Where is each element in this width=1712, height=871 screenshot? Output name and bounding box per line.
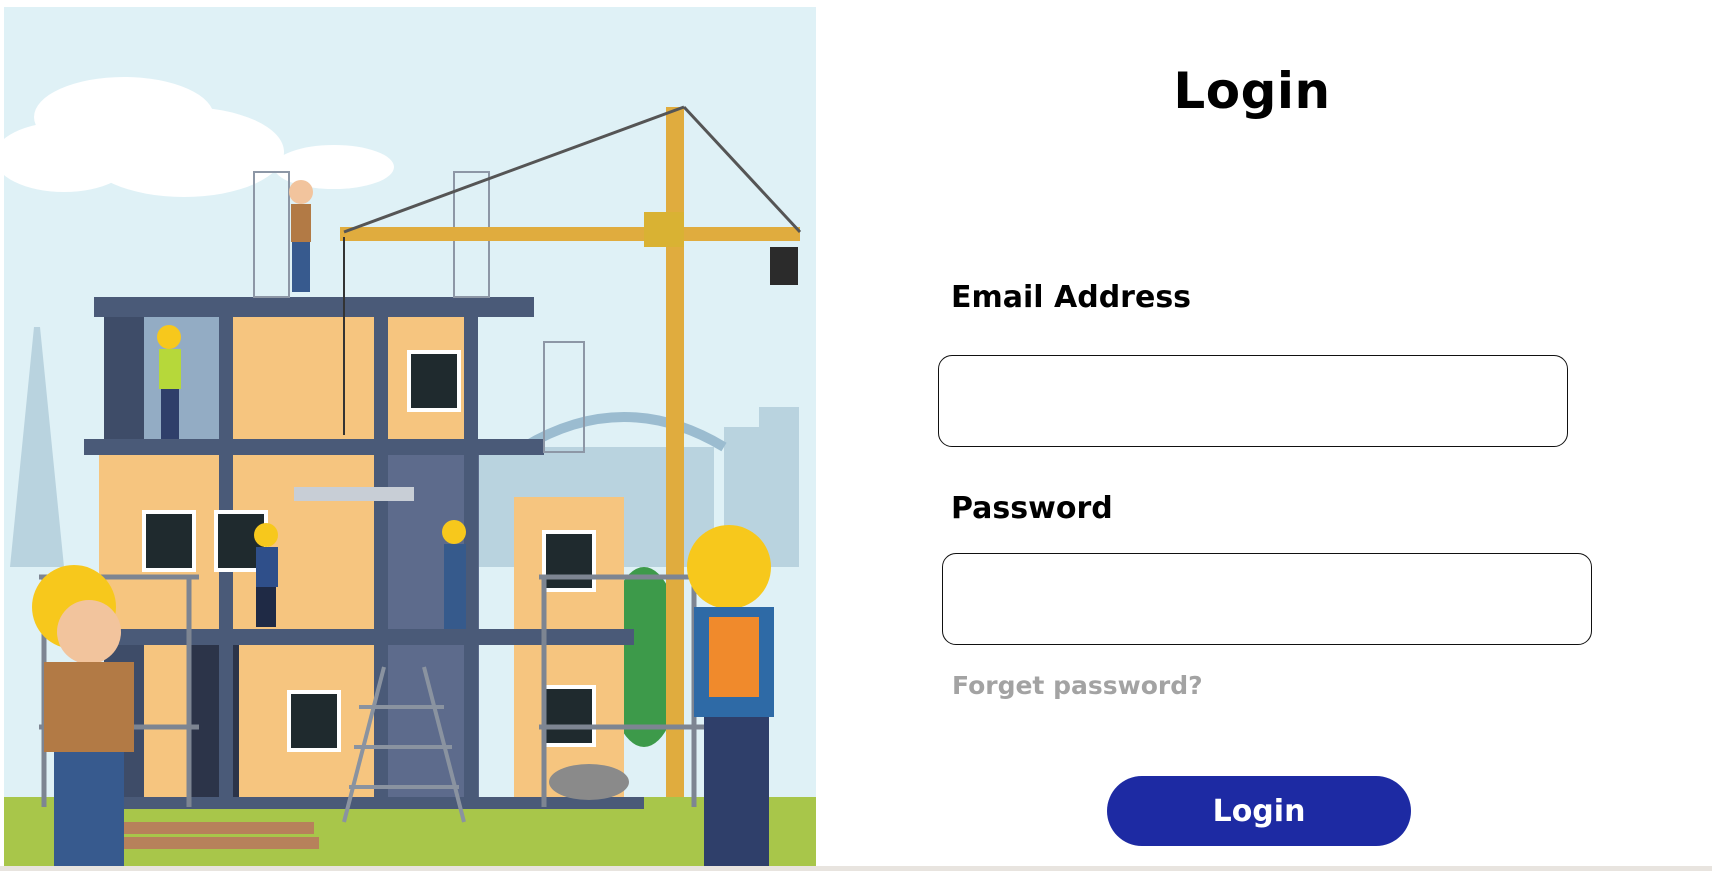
password-label: Password (951, 491, 1113, 526)
worker-center (442, 520, 466, 629)
login-button[interactable]: Login (1107, 776, 1411, 846)
worker-painter (254, 523, 278, 627)
page-title: Login (1173, 62, 1331, 120)
email-label: Email Address (951, 280, 1192, 315)
worker-rooftop (289, 180, 313, 292)
bottom-divider (0, 866, 1712, 871)
password-field[interactable] (942, 553, 1592, 645)
forgot-password-link[interactable]: Forget password? (952, 671, 1203, 700)
construction-scene (4, 7, 816, 868)
construction-illustration (4, 7, 816, 868)
email-field[interactable] (938, 355, 1568, 447)
